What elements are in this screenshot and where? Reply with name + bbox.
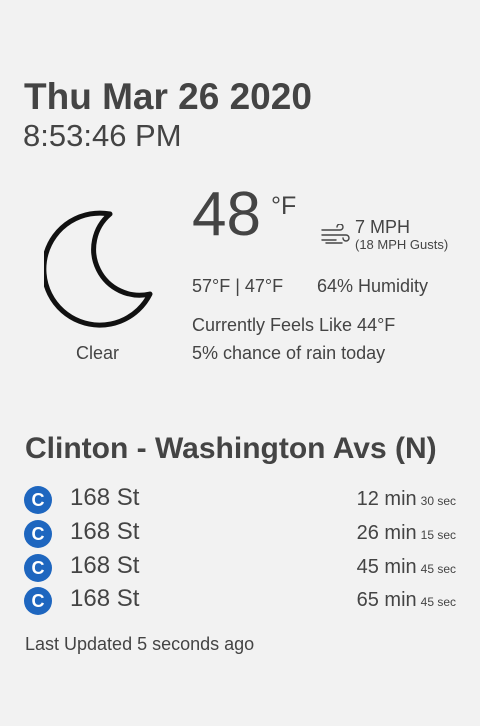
arrival-seconds: 15 sec [420, 528, 456, 542]
arrival-minutes: 26 min [356, 522, 417, 544]
temperature-value: 48 [192, 180, 261, 249]
c-line-badge-icon: C [24, 486, 52, 514]
arrival-row: C 168 St 45 min 45 sec [24, 552, 456, 584]
arrival-eta: 26 min 15 sec [357, 522, 456, 545]
last-updated: Last Updated 5 seconds ago [25, 634, 255, 654]
arrival-destination: 168 St [70, 552, 140, 579]
rain-chance: 5% chance of rain today [192, 343, 386, 363]
feels-like: Currently Feels Like 44°F [192, 315, 396, 335]
weather-condition: Clear [76, 343, 120, 363]
arrival-seconds: 30 sec [420, 494, 456, 508]
arrival-destination: 168 St [70, 518, 140, 545]
arrival-eta: 12 min 30 sec [357, 488, 456, 511]
temperature-unit: °F [271, 192, 297, 220]
wind-gusts: (18 MPH Gusts) [355, 237, 449, 252]
moon-icon [44, 210, 153, 328]
arrival-seconds: 45 sec [420, 562, 456, 576]
arrival-eta: 45 min 45 sec [357, 556, 456, 579]
c-line-badge-icon: C [24, 587, 52, 615]
arrival-eta: 65 min 45 sec [357, 589, 456, 612]
humidity: 64% Humidity [317, 276, 429, 296]
arrival-minutes: 45 min [356, 556, 417, 578]
arrival-destination: 168 St [70, 585, 140, 612]
station-name: Clinton - Washington Avs (N) [25, 432, 437, 465]
arrival-row: C 168 St 12 min 30 sec [24, 484, 456, 516]
arrival-destination: 168 St [70, 484, 140, 511]
arrival-minutes: 12 min [356, 488, 417, 510]
arrival-row: C 168 St 65 min 45 sec [24, 585, 456, 617]
arrival-minutes: 65 min [356, 589, 417, 611]
wind-speed: 7 MPH [355, 217, 411, 237]
high-low-temperature: 57°F | 47°F [192, 276, 284, 296]
current-time: 8:53:46 PM [23, 118, 182, 153]
c-line-badge-icon: C [24, 520, 52, 548]
arrival-seconds: 45 sec [420, 595, 456, 609]
current-date: Thu Mar 26 2020 [24, 76, 312, 117]
wind-icon [321, 224, 350, 244]
c-line-badge-icon: C [24, 554, 52, 582]
arrival-row: C 168 St 26 min 15 sec [24, 518, 456, 550]
